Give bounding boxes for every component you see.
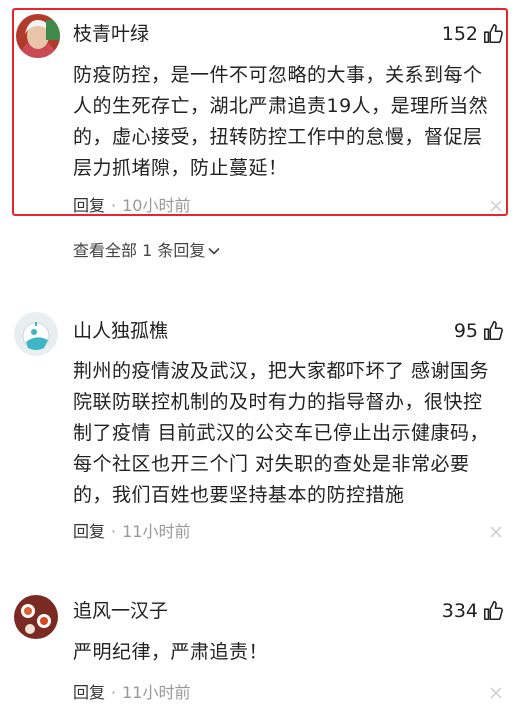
like-button[interactable]: 95 [454,318,504,344]
separator: · [111,683,117,702]
avatar[interactable] [14,595,58,639]
comment-meta: 回复 · 10小时前 [73,195,190,217]
like-count: 334 [441,600,478,622]
timestamp: 10小时前 [122,196,191,215]
comment-line: 荆州的疫情波及武汉，把大家都吓坏了 感谢国务 [73,360,490,382]
view-all-replies-label: 查看全部 1 条回复 [73,241,206,260]
comment-item: 枝青叶绿 152 防疫防控，是一件不可忽略的大事，关系到每个 人的生死存亡，湖北… [0,0,524,230]
like-button[interactable]: 152 [442,21,504,47]
close-icon[interactable] [490,526,502,538]
comment-line: 院联防联控机制的及时有力的指导督办，很快控 [73,391,483,413]
like-count: 95 [453,320,478,342]
comment-line: 层力抓堵隙，防止蔓延！ [73,157,288,179]
comment-line: 的，我们百姓也要坚持基本的防控措施 [73,484,405,506]
username[interactable]: 追风一汉子 [73,598,168,624]
thumbs-up-icon [483,601,503,621]
avatar[interactable] [14,312,58,356]
close-icon[interactable] [490,687,502,699]
separator: · [111,522,117,541]
reply-button[interactable]: 回复 [73,522,105,541]
comment-item: 追风一汉子 334 严明纪律，严肃追责！ 回复 · 11小时前 [0,585,524,718]
comment-line: 严明纪律，严肃追责！ [73,641,269,663]
like-count: 152 [441,23,478,45]
comment-line: 制了疫情 目前武汉的公交车已停止出示健康码， [73,422,490,444]
comment-meta: 回复 · 11小时前 [73,682,190,704]
comment-line: 每个社区也开三个门 对失职的查处是非常必要 [73,453,470,475]
comment-line: 防疫防控，是一件不可忽略的大事，关系到每个 [73,64,483,86]
username[interactable]: 枝青叶绿 [73,21,149,47]
avatar-image-icon [14,312,58,356]
timestamp: 11小时前 [122,522,191,541]
avatar-image-icon [16,14,60,58]
reply-button[interactable]: 回复 [73,196,105,215]
separator: · [111,196,117,215]
username[interactable]: 山人独孤樵 [73,318,168,344]
thumbs-up-icon [483,321,503,341]
comment-content: 防疫防控，是一件不可忽略的大事，关系到每个 人的生死存亡，湖北严肃追责19人，是… [73,60,505,184]
view-all-replies-link[interactable]: 查看全部 1 条回复 [73,240,220,262]
thumbs-up-icon [483,24,503,44]
close-icon[interactable] [490,200,502,212]
reply-button[interactable]: 回复 [73,683,105,702]
timestamp: 11小时前 [122,683,191,702]
avatar-image-icon [14,595,58,639]
comment-content: 荆州的疫情波及武汉，把大家都吓坏了 感谢国务 院联防联控机制的及时有力的指导督办… [73,356,505,511]
comment-meta: 回复 · 11小时前 [73,521,190,543]
comment-content: 严明纪律，严肃追责！ [73,637,505,668]
comment-item: 山人独孤樵 95 荆州的疫情波及武汉，把大家都吓坏了 感谢国务 院联防联控机制的… [0,300,524,560]
comment-line: 人的生死存亡，湖北严肃追责19人，是理所当然 [73,95,489,117]
like-button[interactable]: 334 [442,598,504,624]
comment-line: 的，虚心接受，扭转防控工作中的怠慢，督促层 [73,126,483,148]
avatar[interactable] [16,14,60,58]
chevron-down-icon [208,247,220,255]
